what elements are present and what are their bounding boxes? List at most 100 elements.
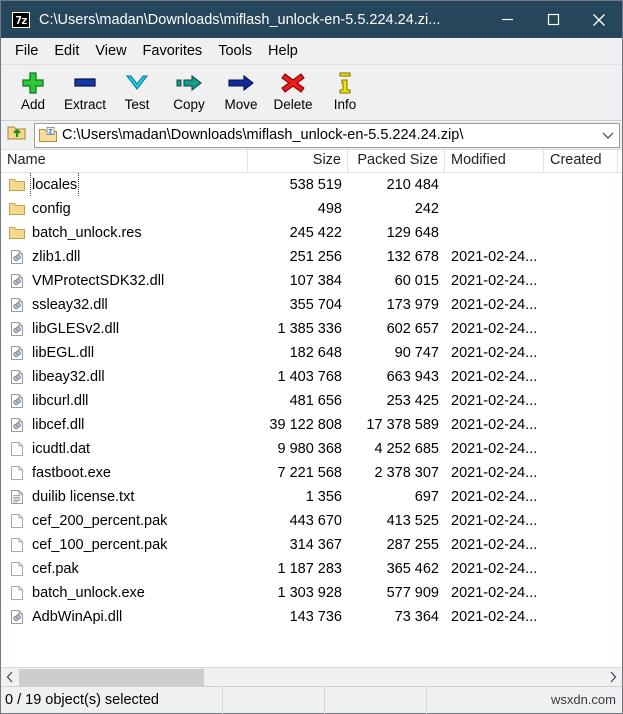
cell-name: icudtl.dat bbox=[1, 437, 248, 461]
menu-item-favorites[interactable]: Favorites bbox=[135, 40, 211, 62]
column-header-created[interactable]: Created bbox=[544, 149, 618, 173]
cell-packed-size: 2 378 307 bbox=[374, 465, 439, 481]
window-controls bbox=[484, 1, 622, 38]
cell-created bbox=[544, 413, 618, 437]
cell-modified bbox=[445, 221, 544, 245]
file-name-label: cef.pak bbox=[32, 561, 79, 577]
toolbar-button-info[interactable]: Info bbox=[319, 68, 371, 112]
blank-file-icon bbox=[9, 513, 25, 529]
zip-folder-icon: Z bbox=[39, 127, 57, 143]
cell-created bbox=[544, 581, 618, 605]
menu-item-file[interactable]: File bbox=[7, 40, 46, 62]
toolbar-label-copy: Copy bbox=[173, 97, 205, 112]
table-row[interactable]: config 498 242 bbox=[1, 197, 622, 221]
menu-item-tools[interactable]: Tools bbox=[210, 40, 260, 62]
dll-file-icon bbox=[9, 297, 25, 313]
folder-icon bbox=[9, 225, 25, 241]
file-name-label: zlib1.dll bbox=[32, 249, 81, 265]
chevron-right-icon[interactable] bbox=[604, 669, 622, 686]
cell-name: fastboot.exe bbox=[1, 461, 248, 485]
dll-file-icon bbox=[9, 345, 25, 361]
horizontal-scrollbar[interactable] bbox=[1, 667, 622, 686]
column-header-modified[interactable]: Modified bbox=[445, 149, 544, 173]
blank-file-icon bbox=[9, 585, 25, 601]
file-name-label: AdbWinApi.dll bbox=[32, 609, 123, 625]
menu-item-help[interactable]: Help bbox=[260, 40, 306, 62]
table-row[interactable]: ssleay32.dll 355 704 173 979 2021-02-24... bbox=[1, 293, 622, 317]
file-name-label: VMProtectSDK32.dll bbox=[32, 273, 165, 289]
cell-size: 245 422 bbox=[289, 225, 342, 241]
cell-packed-size: 129 648 bbox=[386, 225, 439, 241]
toolbar-button-move[interactable]: Move bbox=[215, 68, 267, 112]
cell-packed-size: 132 678 bbox=[386, 249, 439, 265]
cell-modified: 2021-02-24... bbox=[451, 321, 538, 337]
cell-created bbox=[544, 173, 618, 197]
cell-name: VMProtectSDK32.dll bbox=[1, 269, 248, 293]
table-row[interactable]: zlib1.dll 251 256 132 678 2021-02-24... bbox=[1, 245, 622, 269]
maximize-button[interactable] bbox=[530, 1, 576, 38]
cell-modified bbox=[445, 173, 544, 197]
table-row[interactable]: libeay32.dll 1 403 768 663 943 2021-02-24..… bbox=[1, 365, 622, 389]
toolbar-button-add[interactable]: Add bbox=[7, 68, 59, 112]
toolbar-button-test[interactable]: Test bbox=[111, 68, 163, 112]
table-row[interactable]: batch_unlock.exe 1 303 928 577 909 2021-02-… bbox=[1, 581, 622, 605]
cell-created bbox=[544, 341, 618, 365]
chevron-down-icon[interactable] bbox=[597, 124, 619, 147]
cell-name: cef_200_percent.pak bbox=[1, 509, 248, 533]
folder-up-button[interactable] bbox=[3, 123, 31, 148]
cell-packed-size: 210 484 bbox=[386, 177, 439, 193]
column-header-name[interactable]: Name bbox=[1, 149, 248, 173]
dll-file-icon bbox=[9, 417, 25, 433]
table-row[interactable]: AdbWinApi.dll 143 736 73 364 2021-02-24... bbox=[1, 605, 622, 629]
address-field[interactable]: Z C:\Users\madan\Downloads\miflash_unloc… bbox=[34, 122, 620, 148]
table-row[interactable]: locales 538 519 210 484 bbox=[1, 173, 622, 197]
cell-size: 1 303 928 bbox=[277, 585, 342, 601]
file-name-label: cef_200_percent.pak bbox=[32, 513, 168, 529]
minimize-button[interactable] bbox=[484, 1, 530, 38]
chevron-left-icon[interactable] bbox=[1, 669, 19, 686]
cell-modified: 2021-02-24... bbox=[451, 393, 538, 409]
cell-modified: 2021-02-24... bbox=[451, 609, 538, 625]
table-row[interactable]: cef.pak 1 187 283 365 462 2021-02-24... bbox=[1, 557, 622, 581]
column-header-size[interactable]: Size bbox=[248, 149, 348, 173]
cell-created bbox=[544, 197, 618, 221]
toolbar-button-extract[interactable]: Extract bbox=[59, 68, 111, 112]
toolbar-label-move: Move bbox=[224, 97, 258, 112]
file-name-label: batch_unlock.exe bbox=[32, 585, 145, 601]
table-row[interactable]: libcurl.dll 481 656 253 425 2021-02-24... bbox=[1, 389, 622, 413]
file-list[interactable]: locales 538 519 210 484 config 498 242 batch_u… bbox=[1, 173, 622, 667]
cell-name: locales bbox=[1, 173, 248, 197]
cell-size: 443 670 bbox=[289, 513, 342, 529]
table-row[interactable]: fastboot.exe 7 221 568 2 378 307 2021-02-24… bbox=[1, 461, 622, 485]
table-row[interactable]: libcef.dll 39 122 808 17 378 589 2021-02-24… bbox=[1, 413, 622, 437]
cell-size: 7 221 568 bbox=[277, 465, 342, 481]
table-row[interactable]: cef_100_percent.pak 314 367 287 255 2021-02… bbox=[1, 533, 622, 557]
check-down-icon bbox=[122, 70, 152, 96]
cell-packed-size: 663 943 bbox=[386, 369, 439, 385]
menu-item-edit[interactable]: Edit bbox=[46, 40, 87, 62]
close-button[interactable] bbox=[576, 1, 622, 38]
table-row[interactable]: VMProtectSDK32.dll 107 384 60 015 2021-02-2… bbox=[1, 269, 622, 293]
table-row[interactable]: cef_200_percent.pak 443 670 413 525 2021-02… bbox=[1, 509, 622, 533]
cell-size: 39 122 808 bbox=[269, 417, 342, 433]
column-header-packed-size[interactable]: Packed Size bbox=[348, 149, 445, 173]
table-row[interactable]: libEGL.dll 182 648 90 747 2021-02-24... bbox=[1, 341, 622, 365]
cell-created bbox=[544, 389, 618, 413]
toolbar-button-copy[interactable]: Copy bbox=[163, 68, 215, 112]
scrollbar-thumb[interactable] bbox=[19, 668, 204, 686]
table-row[interactable]: icudtl.dat 9 980 368 4 252 685 2021-02-24..… bbox=[1, 437, 622, 461]
blank-file-icon bbox=[9, 441, 25, 457]
menu-item-view[interactable]: View bbox=[87, 40, 134, 62]
table-row[interactable]: libGLESv2.dll 1 385 336 602 657 2021-02-24.… bbox=[1, 317, 622, 341]
scrollbar-track[interactable] bbox=[19, 668, 604, 686]
cell-created bbox=[544, 293, 618, 317]
table-row[interactable]: duilib license.txt 1 356 697 2021-02-24... bbox=[1, 485, 622, 509]
toolbar-button-delete[interactable]: Delete bbox=[267, 68, 319, 112]
file-name-label: libEGL.dll bbox=[32, 345, 95, 361]
toolbar-label-info: Info bbox=[333, 97, 357, 112]
cell-name: config bbox=[1, 197, 248, 221]
cell-modified: 2021-02-24... bbox=[451, 417, 538, 433]
table-row[interactable]: batch_unlock.res 245 422 129 648 bbox=[1, 221, 622, 245]
cell-size: 9 980 368 bbox=[277, 441, 342, 457]
x-cross-icon bbox=[278, 70, 308, 96]
